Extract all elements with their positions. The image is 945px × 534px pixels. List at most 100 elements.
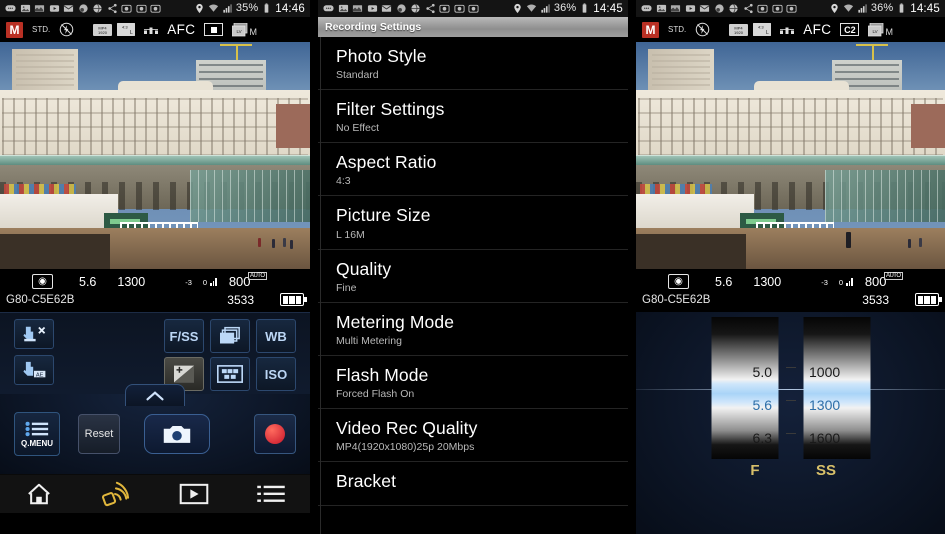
exposure-meter: -3 0: [821, 277, 853, 286]
location-icon: [831, 3, 838, 14]
list-item[interactable]: Picture Size L 16M: [318, 196, 628, 250]
lv-suffix-label: M: [885, 26, 893, 37]
battery-icon: [899, 3, 904, 13]
nav-home[interactable]: [0, 482, 78, 506]
exposure-comp-value: -3: [185, 277, 192, 287]
camera-shutter-icon: [163, 426, 191, 443]
list-item[interactable]: Aspect Ratio 4:3: [318, 143, 628, 197]
camera-icon: [771, 4, 783, 13]
nav-playback[interactable]: [155, 483, 233, 505]
list-item[interactable]: Quality Fine: [318, 250, 628, 303]
burst-button[interactable]: [210, 319, 250, 353]
aperture-dial-label: F: [750, 462, 760, 479]
reset-button[interactable]: Reset: [78, 414, 120, 454]
fss-dial-overlay[interactable]: 5.0 5.6 6.3 1000 1300 1600 F SS: [636, 312, 945, 534]
shutter-speed-value: 1300: [117, 274, 146, 289]
f-ss-label: F/SS: [169, 328, 199, 344]
white-balance-button[interactable]: WB: [256, 319, 296, 353]
location-icon: [514, 3, 521, 14]
aperture-option[interactable]: 6.3: [711, 421, 778, 455]
chat-icon: [323, 5, 334, 12]
quick-menu-button[interactable]: Q.MENU: [14, 412, 60, 456]
quick-menu-label: Q.MENU: [21, 438, 53, 448]
svg-text:L: L: [766, 30, 769, 36]
svg-text:1920: 1920: [734, 30, 744, 35]
f-ss-button[interactable]: F/SS: [164, 319, 204, 353]
wifi-icon: [208, 4, 218, 12]
lv-monitor-icon: LV: [868, 22, 884, 36]
exposure-bars-icon: [210, 277, 217, 286]
list-item[interactable]: Photo Style Standard: [318, 37, 628, 91]
record-button[interactable]: [254, 414, 296, 454]
expand-panel-handle[interactable]: [125, 384, 185, 406]
drive-icon: [78, 4, 88, 13]
aperture-option-selected[interactable]: 5.6: [711, 388, 778, 422]
shutter-option[interactable]: 1600: [803, 421, 870, 455]
regency-terrace: [0, 90, 310, 165]
burst-icon: [220, 326, 240, 344]
iso-auto-badge: AUTO: [883, 272, 903, 280]
reset-label: Reset: [84, 428, 114, 440]
dial-ticks: [785, 317, 796, 459]
touch-ae-button[interactable]: AE: [14, 355, 54, 385]
video-icon: [49, 5, 59, 12]
person-figure: [258, 238, 261, 247]
live-view-image[interactable]: [0, 42, 310, 269]
shutter-option[interactable]: 1000: [803, 355, 870, 389]
panel-separator: [628, 0, 636, 534]
shutter-option[interactable]: [803, 322, 870, 356]
list-item[interactable]: Filter Settings No Effect: [318, 90, 628, 144]
person-figure: [283, 238, 286, 247]
aperture-dial[interactable]: 5.0 5.6 6.3: [711, 317, 778, 459]
exposure-comp-icon: [174, 365, 194, 383]
camera-icon: [786, 4, 797, 13]
live-view-image[interactable]: [636, 42, 945, 269]
camera-icon: [757, 4, 768, 13]
record-icon: [265, 424, 285, 444]
iso-button[interactable]: ISO: [256, 357, 296, 391]
person-figure: [846, 232, 851, 248]
clock-label: 14:46: [275, 2, 305, 15]
video-format-icon: MP41920: [93, 23, 113, 36]
panel-separator: [310, 0, 318, 534]
system-status-icons: 36% 14:45: [512, 3, 623, 15]
signal-icon: [541, 4, 550, 13]
setting-title: Bracket: [336, 471, 397, 491]
share-icon: [107, 3, 117, 14]
list-item[interactable]: Metering Mode Multi Metering: [318, 303, 628, 356]
shutter-dial[interactable]: 1000 1300 1600: [803, 317, 870, 459]
mail-icon: [381, 5, 392, 12]
setting-value: L 16M: [336, 228, 365, 241]
android-status-bar: 36% 14:45: [318, 0, 628, 17]
touch-af-off-button[interactable]: [14, 319, 54, 349]
wifi-icon: [526, 4, 536, 12]
metering-icon: ◉: [668, 274, 689, 289]
setting-value: 4:3: [336, 175, 351, 188]
list-item[interactable]: Flash Mode Forced Flash On: [318, 356, 628, 409]
aperture-option[interactable]: [711, 322, 778, 356]
setting-title: Photo Style: [336, 46, 427, 66]
mail-icon: [63, 5, 74, 12]
aspect-quality-icon: 4:3L: [753, 23, 772, 36]
af-area-button[interactable]: [210, 357, 250, 391]
dial-axis-labels: F SS: [722, 462, 860, 479]
shutter-button[interactable]: [144, 414, 210, 454]
nav-menu[interactable]: [233, 483, 311, 505]
svg-text:LV: LV: [873, 29, 878, 34]
nav-remote[interactable]: [78, 481, 156, 507]
image-icon: [656, 4, 666, 13]
aperture-option[interactable]: 5.0: [711, 355, 778, 389]
custom-mode-badge: C2: [840, 23, 860, 36]
shutter-option-selected[interactable]: 1300: [803, 388, 870, 422]
system-status-icons: 36% 14:45: [829, 3, 940, 15]
shots-remaining-label: 3533: [227, 292, 254, 307]
chat-icon: [5, 5, 16, 12]
settings-list[interactable]: Photo Style Standard Filter Settings No …: [318, 37, 628, 534]
camera-action-bar: Q.MENU Reset: [0, 394, 310, 474]
video-format-icon: MP41920: [729, 23, 749, 36]
shutter-speed-value: 1300: [753, 274, 782, 289]
photo-style-indicator: STD.: [668, 24, 687, 34]
list-item[interactable]: Bracket: [318, 462, 628, 507]
list-item[interactable]: Video Rec Quality MP4(1920x1080)25p 20Mb…: [318, 409, 628, 462]
chat-icon: [641, 5, 652, 12]
